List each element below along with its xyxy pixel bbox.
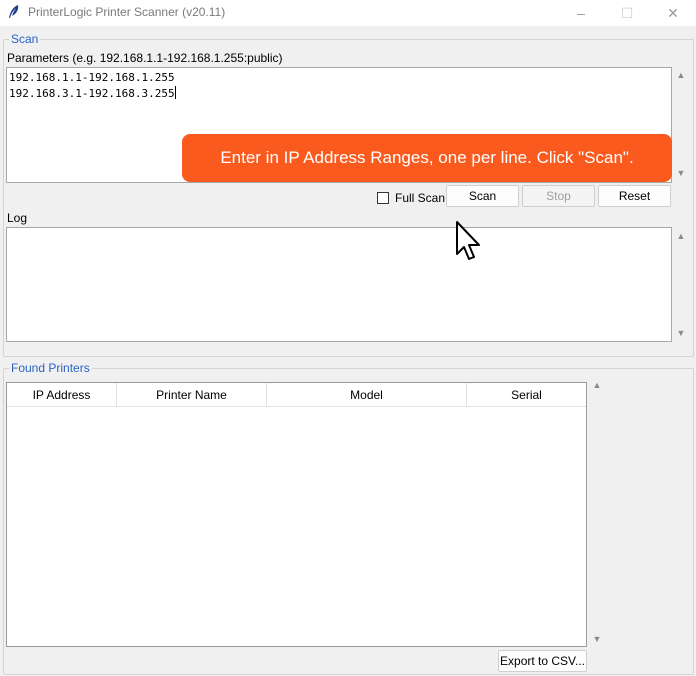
log-textarea[interactable] xyxy=(6,227,672,342)
found-printers-label: Found Printers xyxy=(9,361,92,375)
reset-button[interactable]: Reset xyxy=(598,185,671,207)
feather-icon xyxy=(9,5,19,18)
minimize-button[interactable]: – xyxy=(558,0,604,26)
scroll-down-icon[interactable]: ▼ xyxy=(589,634,605,644)
scroll-down-icon[interactable]: ▼ xyxy=(673,168,689,178)
parameters-label: Parameters (e.g. 192.168.1.1-192.168.1.2… xyxy=(7,51,283,65)
log-label: Log xyxy=(7,211,28,225)
instruction-tooltip: Enter in IP Address Ranges, one per line… xyxy=(182,134,672,182)
scroll-up-icon[interactable]: ▲ xyxy=(673,70,689,80)
parameters-scrollbar[interactable]: ▲ ▼ xyxy=(672,67,690,183)
column-header-printer-name[interactable]: Printer Name xyxy=(117,383,267,407)
stop-button[interactable]: Stop xyxy=(522,185,595,207)
export-csv-button[interactable]: Export to CSV... xyxy=(498,650,587,672)
window-title: PrinterLogic Printer Scanner (v20.11) xyxy=(28,5,226,19)
mouse-cursor-icon xyxy=(456,221,480,260)
full-scan-checkbox[interactable] xyxy=(377,192,389,204)
minimize-icon: – xyxy=(577,5,585,21)
range-line-1: 192.168.1.1-192.168.1.255 xyxy=(9,71,175,84)
log-scrollbar[interactable]: ▲ ▼ xyxy=(672,227,690,342)
scan-button[interactable]: Scan xyxy=(446,185,519,207)
printers-table[interactable]: IP Address Printer Name Model Serial xyxy=(6,382,587,647)
maximize-icon: ☐ xyxy=(620,4,634,21)
maximize-button[interactable]: ☐ xyxy=(604,0,650,26)
close-icon: ✕ xyxy=(667,4,679,21)
column-header-serial[interactable]: Serial xyxy=(467,383,586,407)
range-line-2: 192.168.3.1-192.168.3.255 xyxy=(9,86,176,100)
column-header-model[interactable]: Model xyxy=(267,383,467,407)
scroll-down-icon[interactable]: ▼ xyxy=(673,328,689,338)
scroll-up-icon[interactable]: ▲ xyxy=(673,231,689,241)
scroll-up-icon[interactable]: ▲ xyxy=(589,380,605,390)
scan-frame-label: Scan xyxy=(9,32,41,46)
close-button[interactable]: ✕ xyxy=(650,0,696,26)
column-header-ip-address[interactable]: IP Address xyxy=(7,383,117,407)
full-scan-label[interactable]: Full Scan xyxy=(395,191,445,205)
printers-scrollbar[interactable]: ▲ ▼ xyxy=(588,378,606,646)
